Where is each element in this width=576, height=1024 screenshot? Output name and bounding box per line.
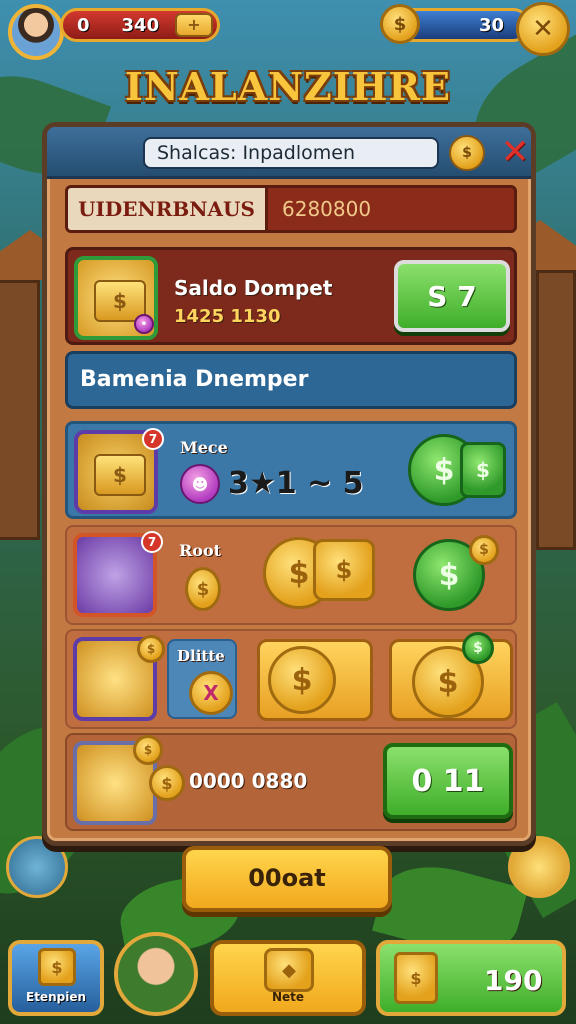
nav-left-button[interactable]: $ Etenpien [8, 940, 104, 1016]
nav-left-label: Etenpien [26, 990, 86, 1004]
offer-badge: 7 [142, 428, 164, 450]
chest-icon: $ • [74, 256, 158, 340]
banner-title: UIDENRBNAUS [68, 188, 268, 230]
dollar-coin-icon: $ [268, 646, 336, 714]
close-top-button[interactable]: ✕ [516, 2, 570, 56]
dollar-coin-icon: $ [313, 539, 375, 601]
gem-value: 30 [479, 14, 505, 36]
offer-label: Mece [180, 438, 228, 457]
nav-center-button[interactable]: ◆ Nete [210, 940, 366, 1016]
nav-center-label: Nete [271, 990, 305, 1004]
dollar-coin-icon: $ [185, 567, 221, 611]
wallet-button[interactable]: S 7 [394, 260, 510, 332]
dollar-coin-icon: $ [469, 535, 499, 565]
gold-bar-icon: $ [94, 454, 146, 496]
health-bar: 0 340 + [60, 8, 220, 42]
offer-value: 3★1 ~ 5 [228, 466, 364, 501]
dollar-coin-icon: $ [133, 735, 163, 765]
x-coin-icon: X [189, 671, 233, 715]
dollar-coin-icon: $ [137, 635, 165, 663]
chest-icon: $ [38, 948, 76, 986]
nav-avatar-button[interactable] [114, 932, 198, 1016]
gold-bar-icon: $ [394, 952, 438, 1004]
panel-banner: UIDENRBNAUS 6280800 [65, 185, 517, 233]
offer-row: $ 7 Mece ☻ 3★1 ~ 5 $ $ [65, 421, 517, 519]
close-icon[interactable]: ✕ [497, 135, 533, 171]
dollar-coin-icon: $ [149, 765, 185, 801]
nav-right-value: 190 [484, 964, 543, 997]
coin-tray[interactable]: $ [257, 639, 373, 721]
offer-badge: 7 [141, 531, 163, 553]
offer-row: $ Dlitte X $ $ $ [65, 629, 517, 729]
dollar-coin-icon: $ [460, 442, 506, 498]
coin-tray[interactable]: $ $ [389, 632, 513, 721]
dollar-coin-icon: $ [462, 632, 494, 664]
offer-row: 7 Root $ $ $ $ $ [65, 525, 517, 625]
offer-label-box: Dlitte X [167, 639, 237, 719]
coin-icon: $ [449, 135, 485, 171]
offer-label: Root [179, 541, 222, 560]
panel-header: Shalcas: Inpadlomen $ ✕ [47, 127, 531, 179]
main-action-button[interactable]: 00oat [182, 846, 392, 912]
shop-panel: Shalcas: Inpadlomen $ ✕ UIDENRBNAUS 6280… [42, 122, 536, 846]
add-health-button[interactable]: + [175, 13, 213, 37]
search-field[interactable]: Shalcas: Inpadlomen [143, 137, 439, 169]
nav-right-button[interactable]: $ 190 [376, 940, 566, 1016]
section-subheader: Bamenia Dnemper [65, 351, 517, 409]
wallet-row: $ • Saldo Dompet 1425 1130 S 7 [65, 247, 517, 345]
game-title: INALANZIHRE [125, 64, 451, 109]
health-value: 340 [121, 14, 160, 36]
treasure-icon: ◆ [264, 948, 314, 992]
wallet-title: Saldo Dompet [174, 276, 333, 300]
gem-coin-icon: $ [380, 4, 420, 44]
buy-button[interactable]: 0 11 [383, 743, 513, 819]
wallet-amount: 1425 1130 [174, 306, 281, 327]
banner-value: 6280800 [282, 197, 372, 221]
offer-amount: 0000 0880 [189, 769, 308, 793]
purple-gem-icon: ☻ [180, 464, 220, 504]
health-left-value: 0 [77, 14, 90, 36]
purple-gem-icon: • [134, 314, 154, 334]
offer-label: Dlitte [177, 647, 225, 665]
player-avatar[interactable] [8, 4, 64, 60]
offer-row: $ $ 0000 0880 0 11 [65, 733, 517, 831]
